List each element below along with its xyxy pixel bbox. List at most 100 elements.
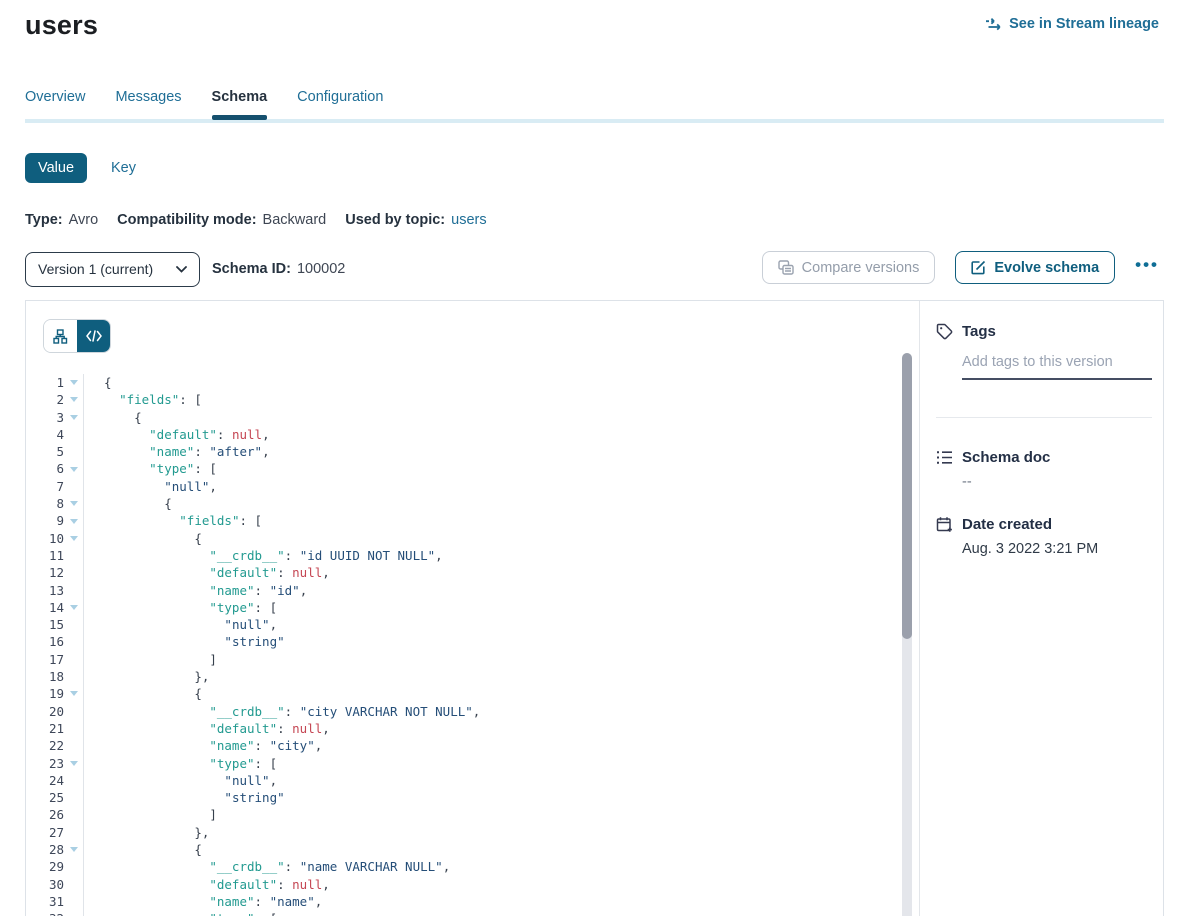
fold-gutter <box>64 720 84 737</box>
code-line: 11 "__crdb__": "id UUID NOT NULL", <box>26 547 919 564</box>
key-toggle-button[interactable]: Key <box>111 160 136 176</box>
fold-toggle[interactable] <box>64 512 84 529</box>
fold-toggle[interactable] <box>64 374 84 391</box>
fold-toggle[interactable] <box>64 495 84 512</box>
fold-toggle[interactable] <box>64 841 84 858</box>
schema-meta-row: Type: Avro Compatibility mode: Backward … <box>25 212 1189 228</box>
code-pane: 1{2 "fields": [3 {4 "default": null,5 "n… <box>26 301 920 916</box>
line-number: 10 <box>26 530 64 547</box>
fold-gutter <box>64 772 84 789</box>
line-number: 25 <box>26 789 64 806</box>
code-lines: 1{2 "fields": [3 {4 "default": null,5 "n… <box>26 374 919 916</box>
value-toggle-button[interactable]: Value <box>25 153 87 183</box>
schema-panel: 1{2 "fields": [3 {4 "default": null,5 "n… <box>25 300 1164 916</box>
fold-toggle[interactable] <box>64 391 84 408</box>
code-text: "name": "after", <box>84 443 270 460</box>
compare-versions-label: Compare versions <box>802 260 920 276</box>
fold-toggle[interactable] <box>64 755 84 772</box>
code-scrollbar-thumb[interactable] <box>902 353 912 639</box>
list-icon <box>936 450 953 465</box>
code-line: 19 { <box>26 685 919 702</box>
fold-gutter <box>64 564 84 581</box>
code-text: "string" <box>84 633 285 650</box>
code-line: 13 "name": "id", <box>26 582 919 599</box>
fold-toggle[interactable] <box>64 685 84 702</box>
code-text: "__crdb__": "city VARCHAR NOT NULL", <box>84 703 480 720</box>
version-select[interactable]: Version 1 (current) <box>25 252 200 287</box>
line-number: 29 <box>26 858 64 875</box>
tree-view-button[interactable] <box>44 320 77 352</box>
schema-id-label: Schema ID: <box>212 261 291 277</box>
line-number: 7 <box>26 478 64 495</box>
fold-gutter <box>64 824 84 841</box>
code-line: 8 { <box>26 495 919 512</box>
fold-arrow-icon[interactable] <box>70 605 78 610</box>
code-line: 25 "string" <box>26 789 919 806</box>
tab-messages[interactable]: Messages <box>115 89 181 119</box>
stream-lineage-icon <box>985 17 1002 31</box>
tabs-underline <box>25 119 1164 123</box>
fold-gutter <box>64 737 84 754</box>
fold-arrow-icon[interactable] <box>70 691 78 696</box>
fold-arrow-icon[interactable] <box>70 501 78 506</box>
code-text: }, <box>84 668 209 685</box>
topic-link[interactable]: users <box>451 212 486 228</box>
code-text: "default": null, <box>84 426 270 443</box>
fold-toggle[interactable] <box>64 599 84 616</box>
fold-toggle[interactable] <box>64 910 84 916</box>
code-line: 28 { <box>26 841 919 858</box>
tab-overview[interactable]: Overview <box>25 89 85 119</box>
line-number: 32 <box>26 910 64 916</box>
schema-actions: Compare versions Evolve schema ••• <box>762 251 1159 284</box>
fold-gutter <box>64 703 84 720</box>
code-line: 22 "name": "city", <box>26 737 919 754</box>
code-view-button[interactable] <box>77 320 110 352</box>
line-number: 14 <box>26 599 64 616</box>
fold-gutter <box>64 478 84 495</box>
fold-arrow-icon[interactable] <box>70 536 78 541</box>
fold-arrow-icon[interactable] <box>70 397 78 402</box>
tab-configuration[interactable]: Configuration <box>297 89 383 119</box>
schema-doc-value: -- <box>962 474 1152 490</box>
stream-lineage-link[interactable]: See in Stream lineage <box>985 16 1159 32</box>
fold-gutter <box>64 789 84 806</box>
code-text: "default": null, <box>84 720 330 737</box>
fold-arrow-icon[interactable] <box>70 467 78 472</box>
stream-lineage-label: See in Stream lineage <box>1009 16 1159 32</box>
line-number: 26 <box>26 806 64 823</box>
fold-arrow-icon[interactable] <box>70 847 78 852</box>
tree-view-icon <box>53 329 68 344</box>
code-text: { <box>84 530 202 547</box>
fold-toggle[interactable] <box>64 530 84 547</box>
code-text: ] <box>84 806 217 823</box>
code-line: 15 "null", <box>26 616 919 633</box>
fold-arrow-icon[interactable] <box>70 761 78 766</box>
type-value: Avro <box>69 212 99 228</box>
fold-arrow-icon[interactable] <box>70 380 78 385</box>
compare-versions-button[interactable]: Compare versions <box>762 251 936 284</box>
evolve-schema-icon <box>971 260 986 275</box>
code-text: "type": [ <box>84 599 277 616</box>
schema-id: Schema ID: 100002 <box>212 261 345 277</box>
code-line: 7 "null", <box>26 478 919 495</box>
tab-schema[interactable]: Schema <box>212 89 268 119</box>
code-scrollbar-track[interactable] <box>902 353 912 916</box>
fold-arrow-icon[interactable] <box>70 415 78 420</box>
add-tags-input[interactable] <box>962 354 1152 380</box>
code-line: 17 ] <box>26 651 919 668</box>
line-number: 12 <box>26 564 64 581</box>
fold-toggle[interactable] <box>64 409 84 426</box>
evolve-schema-button[interactable]: Evolve schema <box>955 251 1115 284</box>
code-line: 30 "default": null, <box>26 876 919 893</box>
fold-arrow-icon[interactable] <box>70 519 78 524</box>
code-line: 24 "null", <box>26 772 919 789</box>
line-number: 3 <box>26 409 64 426</box>
code-text: "name": "city", <box>84 737 322 754</box>
code-line: 16 "string" <box>26 633 919 650</box>
more-actions-button[interactable]: ••• <box>1135 256 1159 279</box>
date-created-heading-label: Date created <box>962 516 1052 533</box>
code-line: 5 "name": "after", <box>26 443 919 460</box>
code-line: 14 "type": [ <box>26 599 919 616</box>
date-created-value: Aug. 3 2022 3:21 PM <box>962 541 1152 557</box>
fold-toggle[interactable] <box>64 460 84 477</box>
